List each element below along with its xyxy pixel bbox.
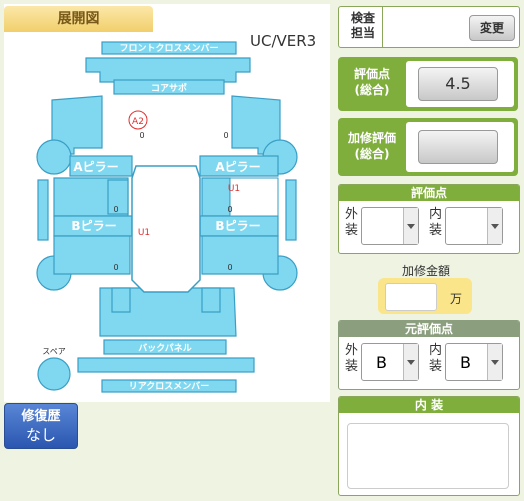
original-interior-select[interactable]: B bbox=[445, 343, 503, 381]
score-total-label: 評価点 (総合) bbox=[353, 67, 390, 97]
interior-notes-box: 内 装 bbox=[338, 396, 520, 496]
left-rear-pillar bbox=[111, 287, 131, 313]
score-interior-select[interactable] bbox=[445, 207, 503, 245]
right-side-sill bbox=[285, 179, 297, 241]
a-pillar-left-label: Aピラー bbox=[73, 160, 118, 174]
small-mark-5: 0 bbox=[139, 131, 144, 140]
b-pillar-left-label: Bピラー bbox=[71, 219, 116, 233]
front-bumper-part bbox=[85, 57, 251, 83]
right-rear-door bbox=[201, 235, 279, 275]
score-exterior-select[interactable] bbox=[361, 207, 419, 245]
right-rear-pillar bbox=[201, 287, 221, 313]
original-score-header: 元評価点 bbox=[339, 321, 519, 337]
repair-score-button[interactable] bbox=[418, 130, 498, 164]
original-exterior-label: 外装 bbox=[345, 343, 359, 374]
repair-history-button[interactable]: 修復歴 なし bbox=[4, 403, 78, 449]
core-support-label: コアサポ bbox=[151, 82, 187, 94]
a-pillar-right-label: Aピラー bbox=[215, 160, 260, 174]
score-header: 評価点 bbox=[339, 185, 519, 201]
repair-history-value: なし bbox=[25, 426, 56, 444]
inspector-label: 検査 担当 bbox=[350, 11, 375, 40]
repair-amount-input[interactable] bbox=[385, 283, 437, 311]
left-side-sill bbox=[37, 179, 49, 241]
repair-history-label: 修復歴 bbox=[21, 409, 61, 424]
body-diagram[interactable]: フロントクロスメンバー コアサポ バックパネル リアクロスメンバー Aピラー A… bbox=[4, 40, 330, 400]
rear-bar-part bbox=[77, 357, 255, 373]
diagram-title: 展開図 bbox=[4, 6, 153, 32]
score-interior-label: 内装 bbox=[429, 207, 443, 238]
inspector-divider bbox=[382, 7, 383, 47]
u1-mark-right[interactable]: U1 bbox=[228, 184, 240, 194]
inspector-box: 検査 担当 変更 bbox=[338, 6, 520, 48]
back-panel-label: バックパネル bbox=[138, 342, 192, 354]
small-mark-1: 0 bbox=[113, 205, 118, 214]
b-pillar-right-label: Bピラー bbox=[215, 219, 260, 233]
rear-cross-member-label: リアクロスメンバー bbox=[129, 381, 210, 392]
small-mark-3: 0 bbox=[227, 205, 232, 214]
interior-notes-textarea[interactable] bbox=[347, 423, 509, 489]
right-front-door bbox=[201, 177, 231, 217]
front-cross-member-label: フロントクロスメンバー bbox=[119, 43, 218, 54]
small-mark-4: 0 bbox=[227, 263, 232, 272]
left-rear-door bbox=[53, 235, 131, 275]
original-score-box: 元評価点 外装 B 内装 B bbox=[338, 320, 520, 390]
original-interior-label: 内装 bbox=[429, 343, 443, 374]
a2-mark[interactable]: A2 bbox=[132, 117, 144, 127]
left-front-wheel bbox=[36, 139, 72, 175]
repair-amount-unit: 万 bbox=[450, 292, 463, 306]
small-mark-2: 0 bbox=[113, 263, 118, 272]
score-total-button[interactable]: 4.5 bbox=[418, 67, 498, 101]
chevron-down-icon bbox=[487, 208, 502, 244]
chevron-down-icon bbox=[487, 344, 502, 380]
change-button[interactable]: 変更 bbox=[469, 15, 515, 41]
repair-score-label: 加修評価 (総合) bbox=[347, 131, 396, 161]
chevron-down-icon bbox=[403, 344, 418, 380]
small-mark-6: 0 bbox=[223, 131, 228, 140]
spare-tire bbox=[37, 357, 71, 391]
score-exterior-label: 外装 bbox=[345, 207, 359, 238]
repair-amount-label: 加修金額 bbox=[401, 264, 450, 278]
repair-score-box: 加修評価 (総合) bbox=[338, 118, 518, 176]
spare-label: スペア bbox=[42, 347, 65, 356]
original-exterior-select[interactable]: B bbox=[361, 343, 419, 381]
u1-mark-center[interactable]: U1 bbox=[138, 228, 150, 238]
chevron-down-icon bbox=[403, 208, 418, 244]
score-total-box: 評価点 (総合) 4.5 bbox=[338, 57, 518, 111]
score-box: 評価点 外装 内装 bbox=[338, 184, 520, 254]
interior-notes-header: 内 装 bbox=[339, 397, 519, 413]
